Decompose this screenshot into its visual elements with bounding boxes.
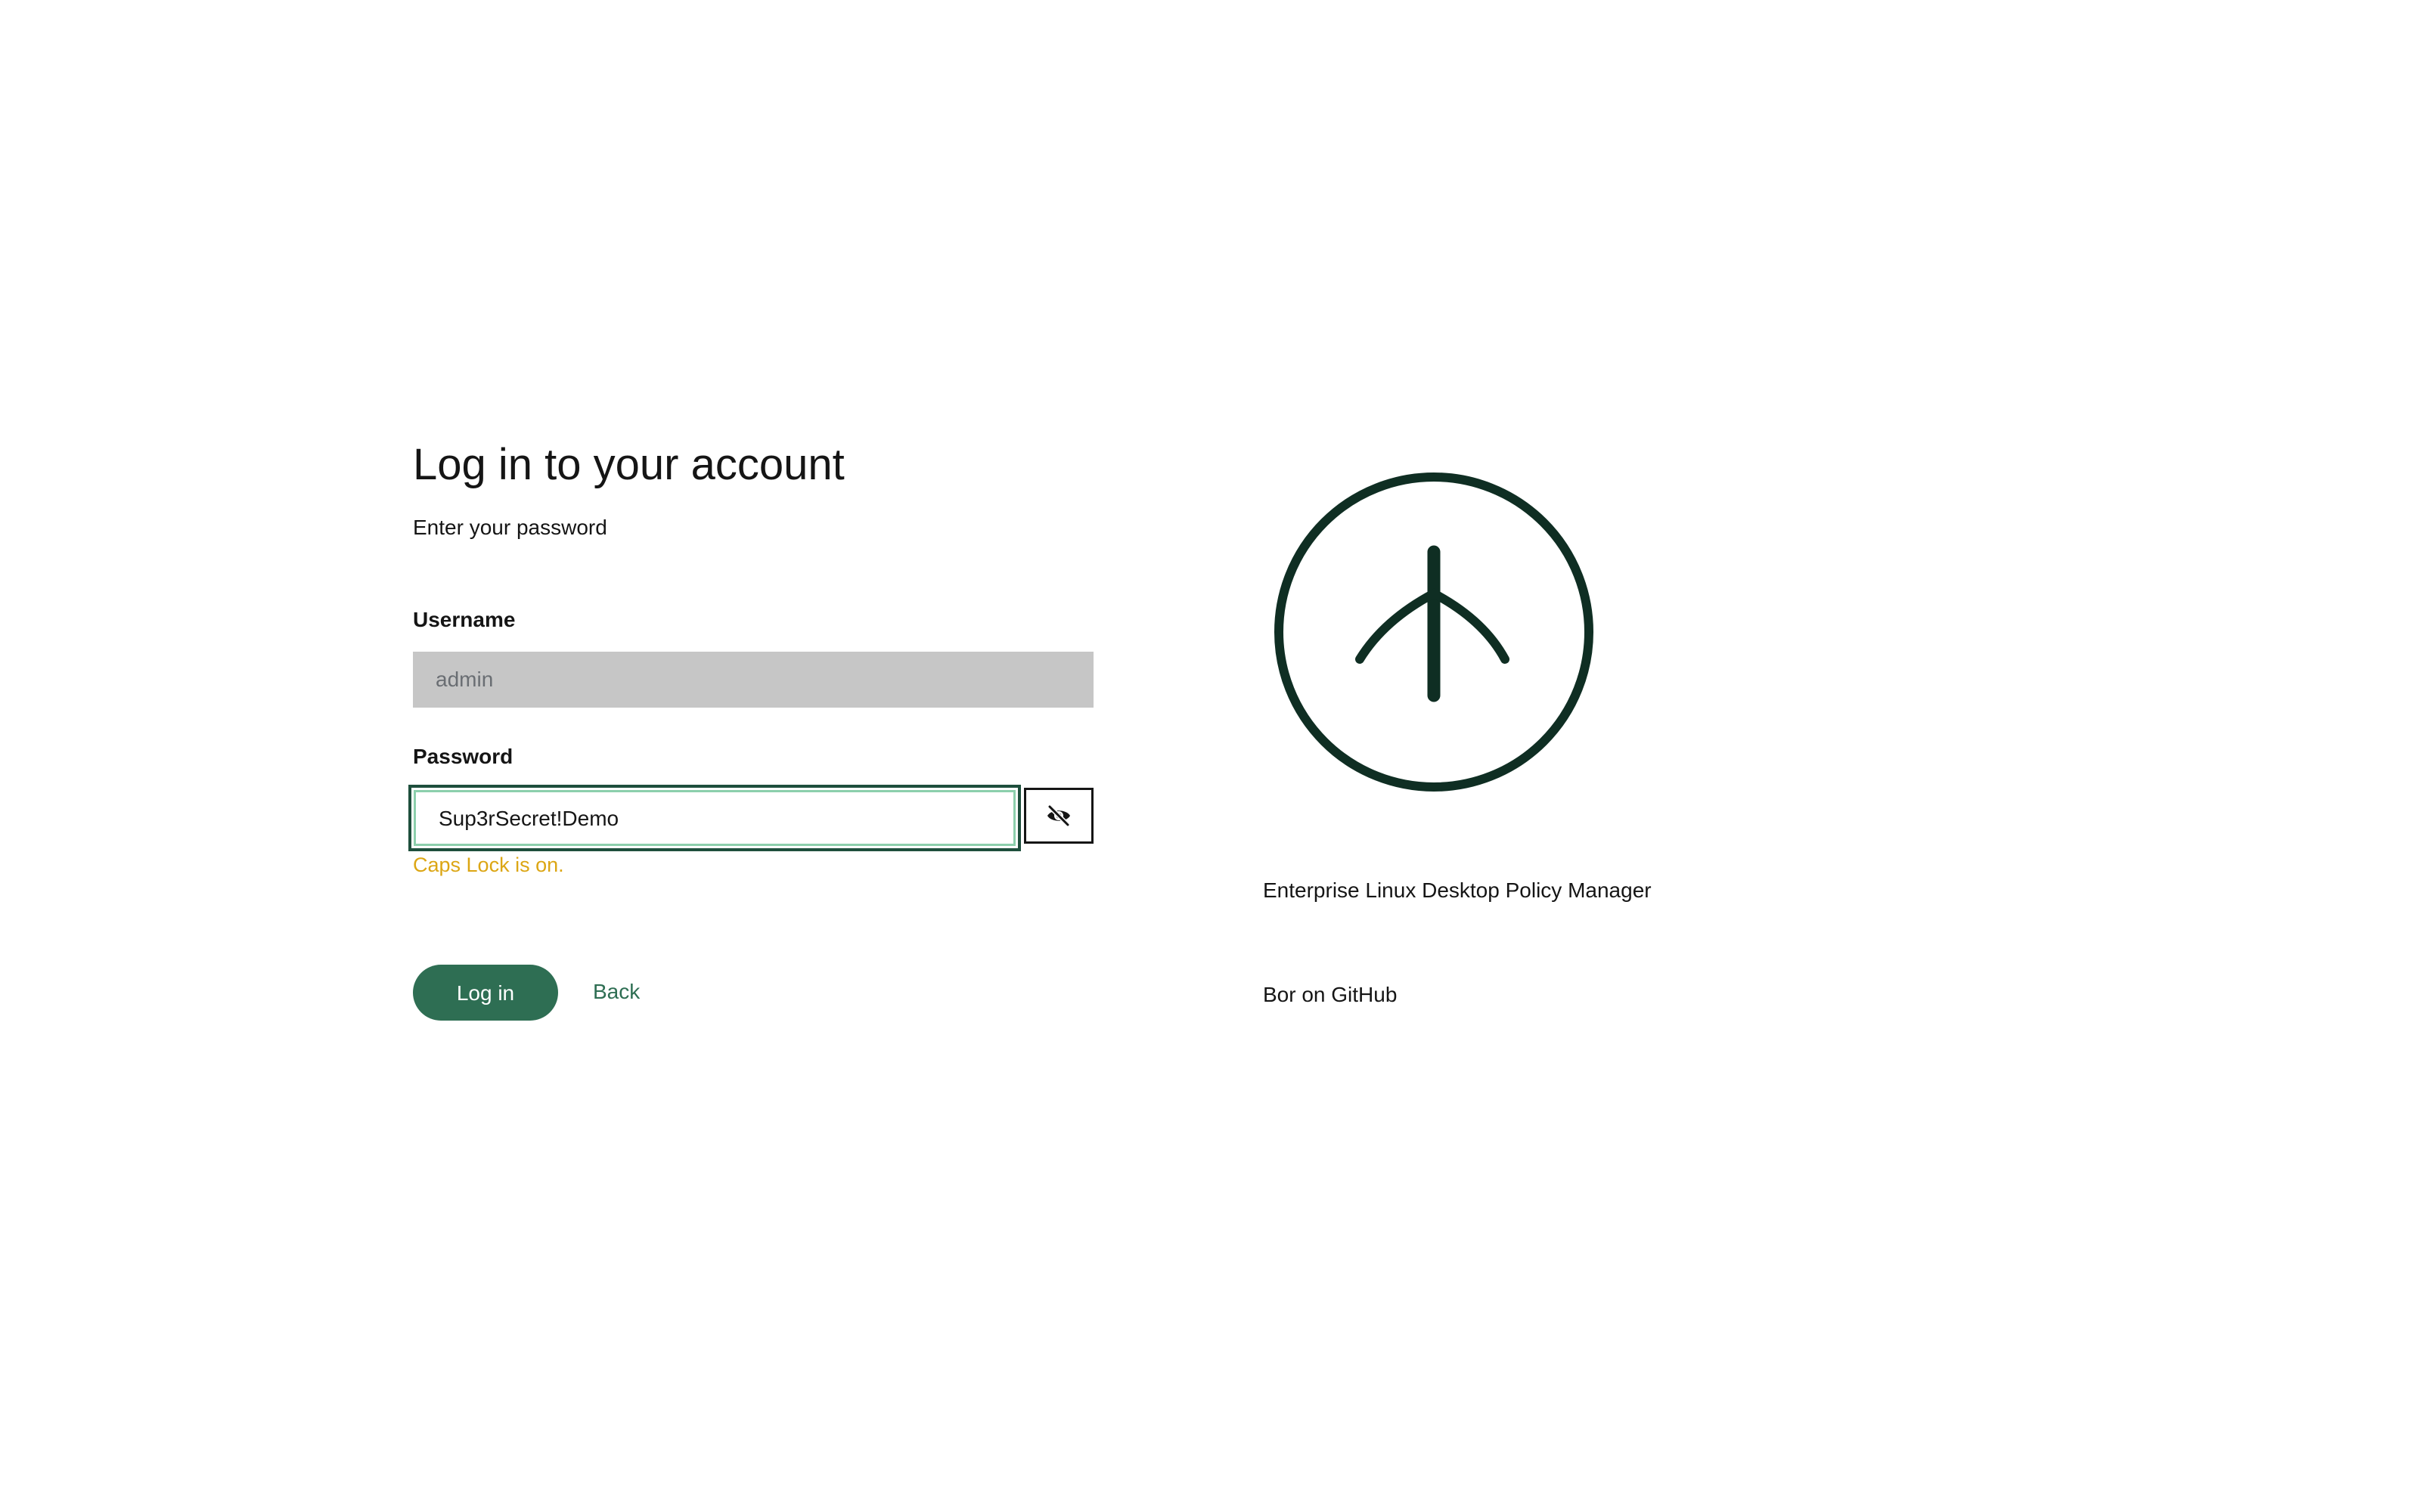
- eye-slash-icon: [1047, 804, 1070, 827]
- page-subtitle: Enter your password: [413, 516, 607, 539]
- password-visibility-toggle[interactable]: [1024, 788, 1094, 844]
- login-button[interactable]: Log in: [413, 965, 558, 1021]
- brand-panel: Enterprise Linux Desktop Policy Manager …: [1255, 454, 1785, 1028]
- password-field[interactable]: Sup3rSecret!Demo: [408, 785, 1021, 851]
- password-field-value[interactable]: Sup3rSecret!Demo: [414, 790, 1016, 846]
- username-label: Username: [413, 608, 516, 631]
- username-field[interactable]: admin: [413, 652, 1094, 708]
- github-link[interactable]: Bor on GitHub: [1263, 981, 1397, 1009]
- back-link[interactable]: Back: [593, 978, 640, 1005]
- product-name: Enterprise Linux Desktop Policy Manager: [1263, 878, 1652, 902]
- page-title: Log in to your account: [413, 440, 845, 489]
- caps-lock-warning: Caps Lock is on.: [413, 854, 564, 876]
- bor-logo-icon: [1274, 472, 1593, 792]
- password-label: Password: [413, 745, 513, 768]
